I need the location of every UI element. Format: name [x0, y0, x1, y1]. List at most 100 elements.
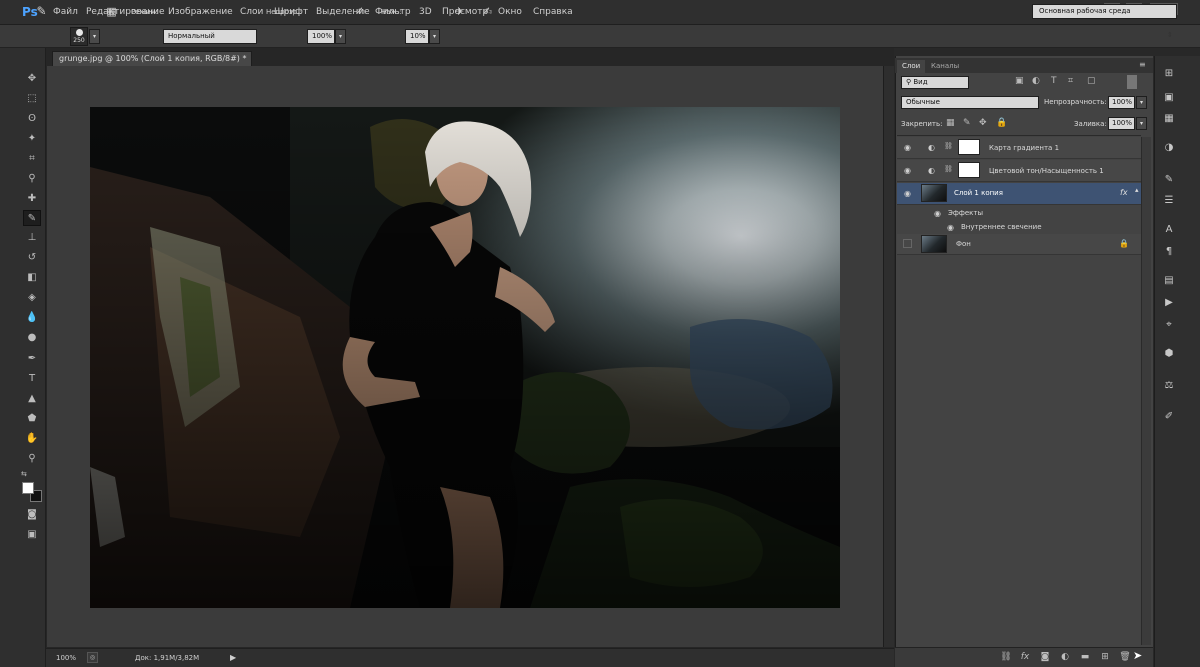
- workspace-select[interactable]: Основная рабочая среда: [1032, 4, 1177, 19]
- brush-tool-icon[interactable]: ✎: [23, 210, 41, 226]
- tab-channels[interactable]: Каналы: [926, 60, 964, 73]
- brush-panel-icon[interactable]: ✎: [1160, 172, 1178, 188]
- blur-tool-icon[interactable]: 💧: [23, 310, 41, 326]
- eraser-tool-icon[interactable]: ◧: [23, 270, 41, 286]
- move-tool-icon[interactable]: ✥: [23, 71, 41, 87]
- effect-eye-icon[interactable]: ◉: [945, 222, 956, 233]
- screen-mode-icon[interactable]: ▣: [23, 527, 41, 543]
- paragraph-panel-icon[interactable]: ¶: [1160, 244, 1178, 260]
- color-panel-icon[interactable]: ▣: [1160, 90, 1178, 106]
- lock-transparent-icon[interactable]: ▦: [946, 118, 955, 128]
- mask-link-icon[interactable]: ⛓: [944, 142, 953, 150]
- menu-file[interactable]: Файл: [53, 7, 78, 17]
- link-layers-icon[interactable]: ⛓: [999, 651, 1013, 663]
- notes-panel-icon[interactable]: ✐: [1160, 409, 1178, 425]
- menu-window[interactable]: Окно: [498, 7, 522, 17]
- brush-tool-icon[interactable]: ✎: [34, 4, 49, 19]
- type-tool-icon[interactable]: T: [23, 371, 41, 387]
- new-layer-icon[interactable]: ⊞: [1098, 651, 1112, 663]
- clone-stamp-tool-icon[interactable]: ⊥: [23, 230, 41, 246]
- filter-toggle[interactable]: [1127, 75, 1137, 89]
- marquee-tool-icon[interactable]: ⬚: [23, 91, 41, 107]
- layer-row-background[interactable]: Фон 🔒: [897, 234, 1141, 255]
- swatches-panel-icon[interactable]: ▦: [1160, 111, 1178, 127]
- mask-link-icon[interactable]: ⛓: [944, 165, 953, 173]
- delete-layer-icon[interactable]: 🗑: [1118, 651, 1132, 663]
- fill-dropdown[interactable]: ▾: [1136, 117, 1147, 130]
- add-mask-icon[interactable]: ◙: [1038, 651, 1052, 663]
- mode-select[interactable]: Нормальный: [163, 29, 257, 44]
- dodge-tool-icon[interactable]: ●: [23, 330, 41, 346]
- menu-3d[interactable]: 3D: [419, 7, 432, 17]
- pressure-opacity-icon[interactable]: ✍: [353, 4, 368, 19]
- menu-image[interactable]: Изображение: [168, 7, 233, 17]
- new-group-icon[interactable]: ▬: [1078, 651, 1092, 663]
- collapse-effects-icon[interactable]: ▴: [1135, 186, 1139, 194]
- eyedropper-tool-icon[interactable]: ⚲: [23, 171, 41, 187]
- document-tab[interactable]: grunge.jpg @ 100% (Слой 1 копия, RGB/8#)…: [52, 51, 252, 76]
- add-style-fx-icon[interactable]: fx: [1018, 651, 1032, 663]
- character-panel-icon[interactable]: A: [1160, 222, 1178, 238]
- actions-panel-icon[interactable]: ▶: [1160, 295, 1178, 311]
- effects-row[interactable]: ◉ Эффекты: [897, 206, 1141, 221]
- lock-image-icon[interactable]: ✎: [963, 118, 971, 128]
- adjustments-panel-icon[interactable]: ◑: [1160, 140, 1178, 156]
- layer-mask-thumbnail[interactable]: [958, 139, 980, 155]
- brush-preset-dropdown[interactable]: ▾: [89, 29, 100, 44]
- zoom-tool-icon[interactable]: ⚲: [23, 451, 41, 467]
- styles-panel-icon[interactable]: ▤: [1160, 273, 1178, 289]
- opacity-input[interactable]: 100%: [307, 29, 335, 44]
- layer-opacity-dropdown[interactable]: ▾: [1136, 96, 1147, 109]
- layer-thumbnail[interactable]: [921, 235, 947, 253]
- layer-fx-icon[interactable]: fx: [1120, 188, 1128, 197]
- zoom-level[interactable]: 100%: [56, 654, 76, 662]
- 3d-panel-icon[interactable]: ⬢: [1160, 346, 1178, 362]
- pressure-size-icon[interactable]: ✍: [480, 4, 495, 19]
- hand-tool-icon[interactable]: ✋: [23, 431, 41, 447]
- filter-smart-object-icon[interactable]: ▢: [1087, 76, 1096, 86]
- new-adjustment-icon[interactable]: ◐: [1058, 651, 1072, 663]
- filter-shape-icon[interactable]: ⌗: [1068, 76, 1073, 86]
- quick-mask-icon[interactable]: ◙: [23, 507, 41, 523]
- visibility-eye-icon[interactable]: ◉: [902, 165, 913, 176]
- panel-menu-icon[interactable]: ≡: [1139, 60, 1146, 69]
- lock-position-icon[interactable]: ✥: [979, 118, 987, 128]
- layer-row-gradient-map[interactable]: ◉ ◐ ⛓ Карта градиента 1: [897, 137, 1141, 159]
- paint-bucket-tool-icon[interactable]: ◈: [23, 290, 41, 306]
- shape-tool-icon[interactable]: ⬟: [23, 411, 41, 427]
- visibility-off-box[interactable]: [903, 239, 912, 248]
- opacity-dropdown[interactable]: ▾: [335, 29, 346, 44]
- foreground-color-swatch[interactable]: [22, 482, 34, 494]
- pen-tool-icon[interactable]: ✒: [23, 351, 41, 367]
- canvas-image[interactable]: [90, 107, 840, 608]
- visibility-eye-icon[interactable]: ◉: [902, 142, 913, 153]
- pressure-input[interactable]: 10%: [405, 29, 429, 44]
- fill-input[interactable]: 100%: [1108, 117, 1135, 130]
- healing-brush-tool-icon[interactable]: ✚: [23, 191, 41, 207]
- layer-mask-thumbnail[interactable]: [958, 162, 980, 178]
- status-info-icon[interactable]: ◎: [87, 652, 98, 663]
- pressure-dropdown[interactable]: ▾: [429, 29, 440, 44]
- lock-all-icon[interactable]: 🔒: [996, 118, 1007, 128]
- history-panel-icon[interactable]: ⊞: [1160, 66, 1178, 82]
- filter-adjustment-icon[interactable]: ◐: [1032, 76, 1040, 86]
- lasso-tool-icon[interactable]: ʘ: [23, 111, 41, 127]
- effects-eye-icon[interactable]: ◉: [932, 208, 943, 219]
- filter-type-icon[interactable]: T: [1051, 76, 1057, 86]
- filter-pixel-icon[interactable]: ▣: [1015, 76, 1024, 86]
- layer-thumbnail[interactable]: [921, 184, 947, 202]
- menu-help[interactable]: Справка: [533, 7, 573, 17]
- measurement-icon[interactable]: ⚖: [1160, 378, 1178, 394]
- transform-icon[interactable]: ⌖: [1160, 317, 1178, 333]
- default-colors-icon[interactable]: ⇆: [21, 470, 27, 478]
- brush-presets-icon[interactable]: ☰: [1160, 193, 1178, 209]
- path-selection-tool-icon[interactable]: ▲: [23, 391, 41, 407]
- crop-tool-icon[interactable]: ⌗: [23, 151, 41, 167]
- tab-layers[interactable]: Слои: [897, 60, 926, 73]
- layers-scrollbar[interactable]: [1141, 137, 1151, 645]
- history-brush-tool-icon[interactable]: ↺: [23, 250, 41, 266]
- canvas-vertical-scrollbar[interactable]: [883, 66, 894, 647]
- brush-preset-picker[interactable]: 250: [70, 27, 88, 46]
- layer-row-hue-saturation[interactable]: ◉ ◐ ⛓ Цветовой тон/Насыщенность 1: [897, 160, 1141, 182]
- brush-panel-icon[interactable]: ▦: [104, 4, 119, 19]
